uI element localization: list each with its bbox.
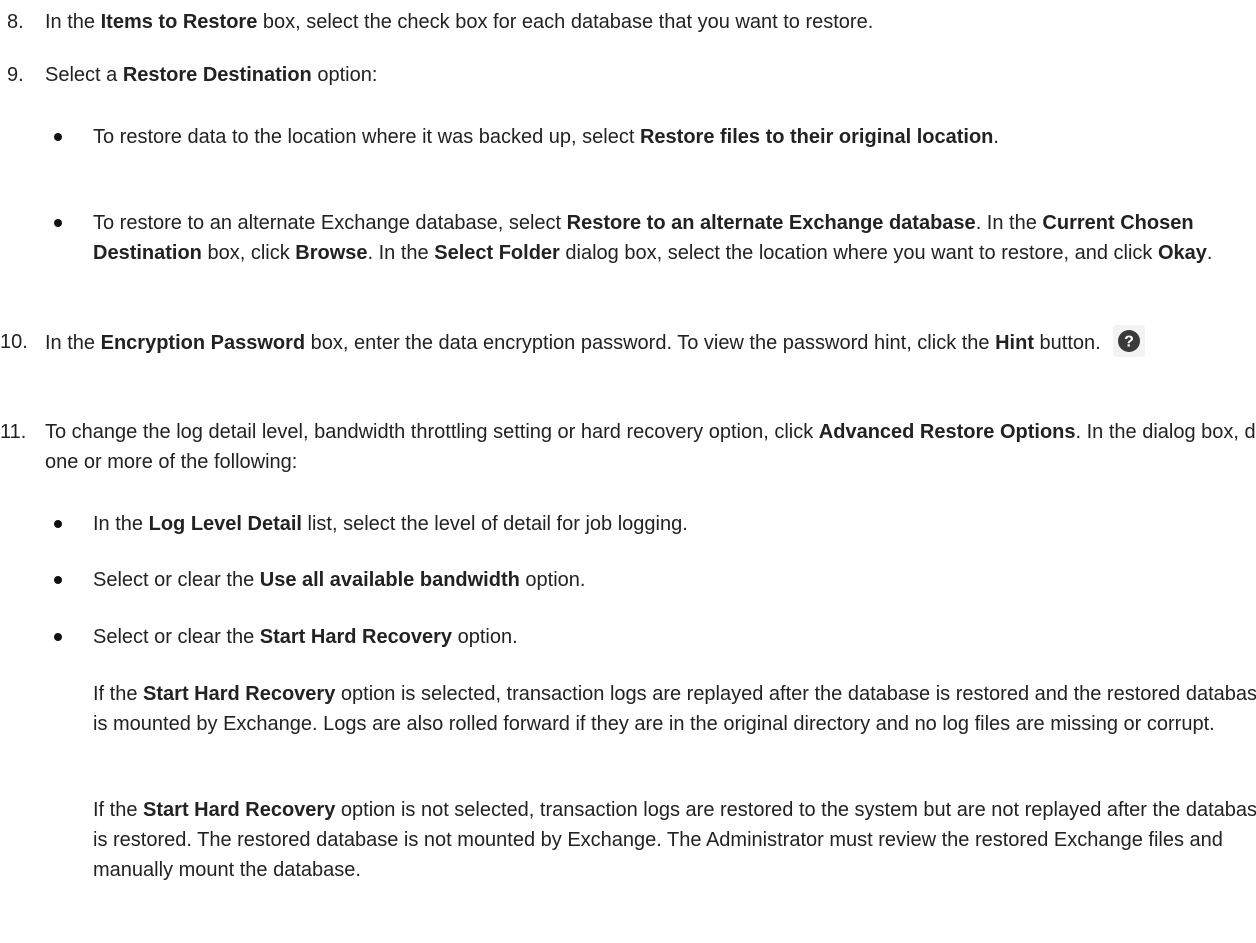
text: Select or clear the xyxy=(93,569,260,591)
text: Select a xyxy=(45,64,123,86)
bullet-dot xyxy=(54,633,62,641)
text: In the xyxy=(93,513,149,535)
text: . xyxy=(1206,242,1213,264)
text: box, click xyxy=(201,242,296,264)
question-circle-icon: ? xyxy=(1112,325,1145,357)
text: To restore to an alternate Exchange data… xyxy=(93,212,567,234)
bold-term: Hint xyxy=(995,332,1034,354)
text: box, select the check box for each datab… xyxy=(257,11,874,33)
bold-term: Start Hard Recovery xyxy=(143,799,336,821)
bullet-item: In the Log Level Detail list, select the… xyxy=(45,509,1256,539)
text: To change the log detail level, bandwidt… xyxy=(45,421,819,443)
text: To restore data to the location where it… xyxy=(93,126,640,148)
bullet-item: Select or clear the Start Hard Recovery … xyxy=(45,622,1256,652)
step-10: 10. In the Encryption Password box, ente… xyxy=(0,325,1256,360)
text: In the xyxy=(45,332,101,354)
bold-term: Advanced Restore Options xyxy=(818,421,1076,443)
step-number: 11. xyxy=(0,421,27,443)
step-8: 8. In the Items to Restore box, select t… xyxy=(0,7,1256,37)
text: dialog box, select the location where yo… xyxy=(559,242,1158,264)
bullet-dot xyxy=(54,133,62,141)
bold-term: Restore files to their original location xyxy=(639,126,994,148)
bullet-dot xyxy=(54,219,62,227)
text: In the xyxy=(45,11,101,33)
bold-term: Restore Destination xyxy=(122,64,312,86)
step-number: 9. xyxy=(7,64,24,86)
step-11: 11. To change the log detail level, band… xyxy=(0,417,1256,477)
bullet-item: To restore to an alternate Exchange data… xyxy=(45,208,1256,268)
paragraph: If the Start Hard Recovery option is sel… xyxy=(45,679,1256,739)
bold-term: Start Hard Recovery xyxy=(143,683,336,705)
bullet-item: Select or clear the Use all available ba… xyxy=(45,565,1256,595)
text: option. xyxy=(452,626,518,648)
step-9: 9. Select a Restore Destination option: xyxy=(0,60,1256,90)
text: If the xyxy=(93,683,144,705)
text: If the xyxy=(93,799,144,821)
bold-term: Select Folder xyxy=(434,242,560,264)
step-number: 10. xyxy=(0,331,28,353)
step-number: 8. xyxy=(7,11,24,33)
bold-term: Items to Restore xyxy=(100,11,258,33)
text: . xyxy=(993,126,999,148)
paragraph: If the Start Hard Recovery option is not… xyxy=(45,795,1256,885)
text: . In the xyxy=(975,212,1043,234)
text: box, enter the data encryption password.… xyxy=(305,332,996,354)
bold-term: Use all available bandwidth xyxy=(259,569,520,591)
bold-term: Restore to an alternate Exchange databas… xyxy=(566,212,976,234)
text: button. xyxy=(1034,332,1101,354)
bullet-item: To restore data to the location where it… xyxy=(45,122,1256,152)
bullet-dot xyxy=(54,520,62,528)
text: list, select the level of detail for job… xyxy=(301,513,688,535)
text: option: xyxy=(311,64,378,86)
text: option. xyxy=(519,569,586,591)
text: . In the xyxy=(367,242,435,264)
bold-term: Okay xyxy=(1157,242,1207,264)
text: Select or clear the xyxy=(93,626,260,648)
bold-term: Browse xyxy=(295,242,368,264)
svg-text:?: ? xyxy=(1124,334,1134,351)
bold-term: Encryption Password xyxy=(100,332,306,354)
bullet-dot xyxy=(54,576,62,584)
bold-term: Start Hard Recovery xyxy=(259,626,453,648)
bold-term: Log Level Detail xyxy=(148,513,302,535)
